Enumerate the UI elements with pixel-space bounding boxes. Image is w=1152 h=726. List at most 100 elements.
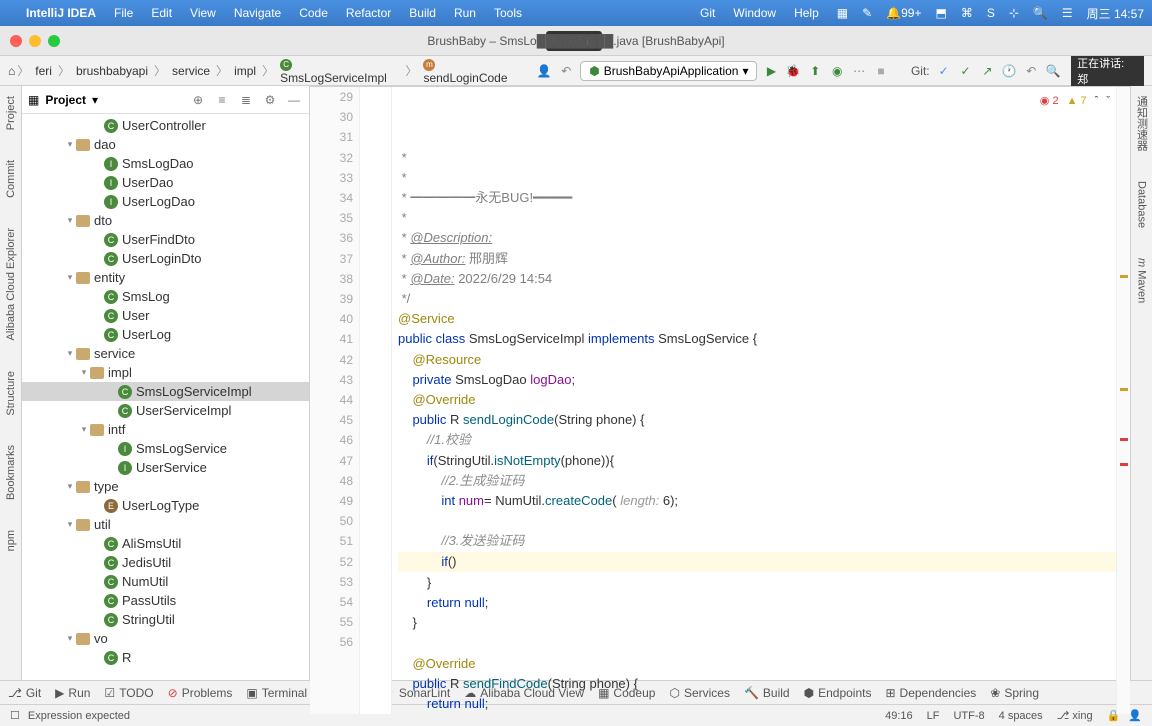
git-history-icon[interactable]: 🕐 xyxy=(1001,63,1017,79)
tray-icon[interactable]: ▦ xyxy=(837,6,848,20)
menu-tools[interactable]: Tools xyxy=(494,6,522,20)
tray-icon[interactable]: ⬒ xyxy=(935,6,946,20)
close-button[interactable] xyxy=(10,35,22,47)
tool-bookmarks[interactable]: Bookmarks xyxy=(5,445,17,500)
status-person-icon[interactable]: 👤 xyxy=(1128,709,1142,722)
menu-help[interactable]: Help xyxy=(794,6,819,20)
run-icon[interactable]: ▶ xyxy=(763,63,779,79)
tree-item[interactable]: CNumUtil xyxy=(22,572,309,591)
project-tree[interactable]: CUserController▾daoISmsLogDaoIUserDaoIUs… xyxy=(22,114,309,680)
select-opened-icon[interactable]: ⊕ xyxy=(189,91,207,109)
breadcrumb-item[interactable]: msendLoginCode xyxy=(419,54,524,87)
tree-item[interactable]: CUserLoginDto xyxy=(22,249,309,268)
tree-item[interactable]: ▾type xyxy=(22,477,309,496)
tree-item[interactable]: CR xyxy=(22,648,309,667)
tool-todo[interactable]: ☑ TODO xyxy=(104,686,153,700)
chevron-down-icon[interactable]: ▾ xyxy=(92,93,98,107)
menu-file[interactable]: File xyxy=(114,6,133,20)
minimize-button[interactable] xyxy=(29,35,41,47)
tool-run[interactable]: ▶ Run xyxy=(55,686,90,700)
tree-item[interactable]: CUserLog xyxy=(22,325,309,344)
git-update-icon[interactable]: ✓ xyxy=(936,63,952,79)
menu-refactor[interactable]: Refactor xyxy=(346,6,391,20)
tool-problems[interactable]: ⊘ Problems xyxy=(168,686,233,700)
tool-notifications[interactable]: 通知测速器 xyxy=(1134,96,1150,151)
breadcrumb-item[interactable]: CSmsLogServiceImpl xyxy=(276,54,403,87)
inspection-indicator[interactable]: ◉ 2 ▲ 7 ˆ ˇ xyxy=(1040,91,1110,111)
chevron-up-icon[interactable]: ˆ xyxy=(1095,91,1099,111)
expand-all-icon[interactable]: ≡ xyxy=(213,91,231,109)
tree-item[interactable]: CUserFindDto xyxy=(22,230,309,249)
notification-icon[interactable]: 🔔99+ xyxy=(886,6,921,20)
breadcrumb-home-icon[interactable]: ⌂ xyxy=(8,64,15,78)
tool-structure[interactable]: Structure xyxy=(5,371,17,416)
menu-edit[interactable]: Edit xyxy=(151,6,172,20)
git-push-icon[interactable]: ↗ xyxy=(979,63,995,79)
tree-item[interactable]: CSmsLogServiceImpl xyxy=(22,382,309,401)
tree-item[interactable]: CSmsLog xyxy=(22,287,309,306)
gutter-icons[interactable] xyxy=(360,87,392,714)
tray-icon[interactable]: ✎ xyxy=(862,6,872,20)
breadcrumb-item[interactable]: impl xyxy=(230,62,260,80)
tool-project[interactable]: Project xyxy=(5,96,17,130)
profile-icon[interactable]: ◉ xyxy=(829,63,845,79)
menu-git[interactable]: Git xyxy=(700,6,715,20)
coverage-icon[interactable]: ⬆ xyxy=(807,63,823,79)
clock[interactable]: 周三 14:57 xyxy=(1087,5,1144,22)
more-icon[interactable]: ⋯ xyxy=(851,63,867,79)
tree-item[interactable]: CAliSmsUtil xyxy=(22,534,309,553)
menu-code[interactable]: Code xyxy=(299,6,328,20)
tree-item[interactable]: ▾service xyxy=(22,344,309,363)
user-icon[interactable]: 👤 xyxy=(536,63,552,79)
tool-maven[interactable]: m Maven xyxy=(1136,258,1148,303)
tray-icon[interactable]: S xyxy=(987,6,995,20)
git-rollback-icon[interactable]: ↶ xyxy=(1023,63,1039,79)
search-icon[interactable]: 🔍 xyxy=(1045,63,1061,79)
tool-commit[interactable]: Commit xyxy=(5,160,17,198)
overview-ruler[interactable] xyxy=(1116,87,1130,714)
tray-icon[interactable]: ⌘ xyxy=(961,6,973,20)
run-config-select[interactable]: ⬢ BrushBabyApiApplication ▾ xyxy=(580,61,757,81)
chevron-down-icon[interactable]: ˇ xyxy=(1106,91,1110,111)
spotlight-icon[interactable]: 🔍 xyxy=(1033,6,1048,20)
zoom-button[interactable] xyxy=(48,35,60,47)
tree-item[interactable]: CPassUtils xyxy=(22,591,309,610)
tree-item[interactable]: CUserServiceImpl xyxy=(22,401,309,420)
menu-navigate[interactable]: Navigate xyxy=(234,6,281,20)
tree-item[interactable]: ▾impl xyxy=(22,363,309,382)
breadcrumb-item[interactable]: service xyxy=(168,62,214,80)
breadcrumb-item[interactable]: brushbabyapi xyxy=(72,62,152,80)
debug-icon[interactable]: 🐞 xyxy=(785,63,801,79)
tree-item[interactable]: ISmsLogDao xyxy=(22,154,309,173)
tray-icon[interactable]: ⊹ xyxy=(1009,6,1019,20)
tool-git[interactable]: ⎇ Git xyxy=(8,686,41,700)
tree-item[interactable]: ▾dao xyxy=(22,135,309,154)
line-gutter[interactable]: 2930313233343536373839404142434445464748… xyxy=(310,87,360,714)
tool-npm[interactable]: npm xyxy=(5,530,17,551)
tree-item[interactable]: ▾intf xyxy=(22,420,309,439)
hide-icon[interactable]: — xyxy=(285,91,303,109)
breadcrumb-item[interactable]: feri xyxy=(31,62,56,80)
app-name[interactable]: IntelliJ IDEA xyxy=(26,6,96,20)
settings-icon[interactable]: ⚙ xyxy=(261,91,279,109)
control-center-icon[interactable]: ☰ xyxy=(1062,6,1073,20)
menu-view[interactable]: View xyxy=(190,6,216,20)
tree-item[interactable]: CUser xyxy=(22,306,309,325)
tree-item[interactable]: ▾vo xyxy=(22,629,309,648)
tree-item[interactable]: CUserController xyxy=(22,116,309,135)
menu-build[interactable]: Build xyxy=(409,6,436,20)
tree-item[interactable]: EUserLogType xyxy=(22,496,309,515)
tool-alibaba[interactable]: Alibaba Cloud Explorer xyxy=(5,228,17,341)
tree-item[interactable]: IUserDao xyxy=(22,173,309,192)
git-commit-icon[interactable]: ✓ xyxy=(958,63,974,79)
tree-item[interactable]: IUserService xyxy=(22,458,309,477)
tree-item[interactable]: ▾util xyxy=(22,515,309,534)
tree-item[interactable]: IUserLogDao xyxy=(22,192,309,211)
tree-item[interactable]: ISmsLogService xyxy=(22,439,309,458)
menu-window[interactable]: Window xyxy=(733,6,776,20)
tool-database[interactable]: Database xyxy=(1136,181,1148,228)
code-editor[interactable]: ◉ 2 ▲ 7 ˆ ˇ * * * ━━━━━永无BUG!━━━━━ * * @… xyxy=(392,87,1116,714)
project-title[interactable]: Project xyxy=(45,93,86,107)
tree-item[interactable]: ▾entity xyxy=(22,268,309,287)
status-icon[interactable]: ☐ xyxy=(10,709,20,722)
